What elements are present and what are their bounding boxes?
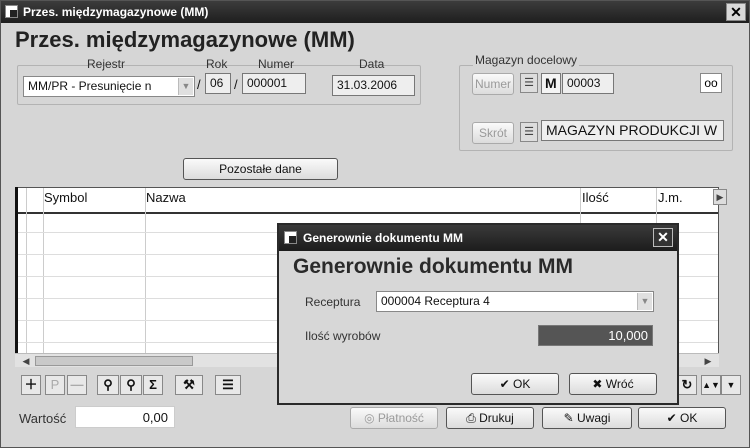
sort-down-icon[interactable]: ▼ <box>721 375 741 395</box>
window-close-button[interactable]: ✕ <box>726 3 746 21</box>
magazyn-m-label: M <box>541 73 561 94</box>
app-icon <box>284 231 297 244</box>
list-icon[interactable]: ☰ <box>520 122 538 142</box>
check-icon: ✔ <box>499 377 514 391</box>
list-icon[interactable]: ☰ <box>520 73 538 93</box>
magazyn-name-field[interactable]: MAGAZYN PRODUKCJI W <box>541 120 724 141</box>
rejestr-value: MM/PR - Presunięcie n <box>28 79 152 93</box>
magazyn-skrot-button[interactable]: Skrót <box>472 122 514 144</box>
wartosc-label: Wartość <box>19 411 67 426</box>
column-divider <box>43 188 44 354</box>
ilosc-wyrobow-label: Ilość wyrobów <box>305 329 381 343</box>
pozostale-dane-button[interactable]: Pozostałe dane <box>183 158 338 180</box>
numer-field[interactable]: 000001 <box>242 73 306 94</box>
ok-button[interactable]: ✔ OK <box>638 407 726 429</box>
x-icon: ✖ <box>592 377 606 391</box>
add-icon[interactable]: ＋ <box>21 375 41 395</box>
window-title: Przes. międzymagazynowe (MM) <box>23 5 209 19</box>
dialog-wroc-button[interactable]: ✖ Wróć <box>569 373 657 395</box>
wartosc-field: 0,00 <box>75 406 175 428</box>
drukuj-button[interactable]: ⎙ Drukuj <box>446 407 534 429</box>
receptura-label: Receptura <box>305 295 361 309</box>
platnosc-label: Płatność <box>377 411 424 425</box>
magazyn-group-label: Magazyn docelowy <box>473 53 580 67</box>
scroll-left-icon[interactable]: ◀ <box>19 354 33 368</box>
generate-dialog: Generownie dokumentu MM ✕ Generownie dok… <box>277 223 679 405</box>
uwagi-button[interactable]: ✎ Uwagi <box>542 407 632 429</box>
printer-icon: ⎙ <box>466 411 480 425</box>
chevron-down-icon[interactable]: ▼ <box>637 293 652 310</box>
refresh-icon[interactable]: ↻ <box>677 375 697 395</box>
glasses-icon[interactable]: oo <box>700 73 722 93</box>
dialog-ok-label: OK <box>513 377 531 391</box>
columns-icon[interactable]: ☰ <box>215 375 241 395</box>
numer-label: Numer <box>258 57 295 71</box>
receptura-select[interactable]: 000004 Receptura 4 ▼ <box>376 291 654 312</box>
column-ilosc[interactable]: Ilość <box>582 190 609 205</box>
remove-icon[interactable]: — <box>67 375 87 395</box>
magazyn-numer-button[interactable]: Numer <box>472 73 514 95</box>
dialog-title-bar: Generownie dokumentu MM ✕ <box>279 225 677 251</box>
ok-label: OK <box>680 411 698 425</box>
coins-icon: ◎ <box>364 411 378 425</box>
chevron-down-icon[interactable]: ▼ <box>178 78 193 95</box>
app-icon <box>5 5 18 18</box>
column-divider <box>26 188 27 354</box>
column-divider <box>145 188 146 354</box>
rejestr-select[interactable]: MM/PR - Presunięcie n ▼ <box>23 76 195 97</box>
dialog-title: Generownie dokumentu MM <box>303 231 464 245</box>
sigma-icon[interactable]: Σ <box>143 375 163 395</box>
drukuj-label: Drukuj <box>479 411 514 425</box>
dialog-close-button[interactable]: ✕ <box>653 228 673 247</box>
dialog-wroc-label: Wróć <box>605 377 634 391</box>
p-icon[interactable]: P <box>45 375 65 395</box>
main-window: Przes. międzymagazynowe (MM) ✕ Przes. mi… <box>0 0 750 448</box>
binoculars-filter-icon[interactable]: ⚲ <box>120 375 142 395</box>
data-field[interactable]: 31.03.2006 <box>332 75 415 96</box>
scroll-right-icon[interactable]: ▶ <box>701 354 715 368</box>
uwagi-label: Uwagi <box>577 411 611 425</box>
slash-separator: / <box>234 77 238 92</box>
check-icon: ✔ <box>666 411 681 425</box>
magazyn-code-field[interactable]: 00003 <box>562 73 614 94</box>
title-bar: Przes. międzymagazynowe (MM) ✕ <box>1 1 749 23</box>
platnosc-button[interactable]: ◎ Płatność <box>350 407 438 429</box>
column-jm[interactable]: J.m. <box>658 190 683 205</box>
column-symbol[interactable]: Symbol <box>44 190 87 205</box>
rejestr-label: Rejestr <box>87 57 126 71</box>
scroll-right-arrow-icon[interactable]: ▶ <box>713 189 727 205</box>
dialog-ok-button[interactable]: ✔ OK <box>471 373 559 395</box>
column-nazwa[interactable]: Nazwa <box>146 190 186 205</box>
row-selector-bar <box>15 187 18 367</box>
rok-field[interactable]: 06 <box>205 73 231 94</box>
sort-icon[interactable]: ▲▼ <box>701 375 721 395</box>
slash-separator: / <box>197 77 201 92</box>
table-header: Symbol Nazwa Ilość J.m. <box>16 188 718 214</box>
data-label: Data <box>359 57 385 71</box>
rok-label: Rok <box>206 57 228 71</box>
scrollbar-thumb[interactable] <box>35 356 193 366</box>
ilosc-wyrobow-field[interactable]: 10,000 <box>538 325 653 346</box>
dialog-heading: Generownie dokumentu MM <box>293 255 574 278</box>
binoculars-icon[interactable]: ⚲ <box>97 375 119 395</box>
receptura-value: 000004 Receptura 4 <box>381 294 490 308</box>
pen-icon: ✎ <box>563 411 578 425</box>
page-title: Przes. międzymagazynowe (MM) <box>15 27 355 52</box>
tools-icon[interactable]: ⚒ <box>175 375 203 395</box>
